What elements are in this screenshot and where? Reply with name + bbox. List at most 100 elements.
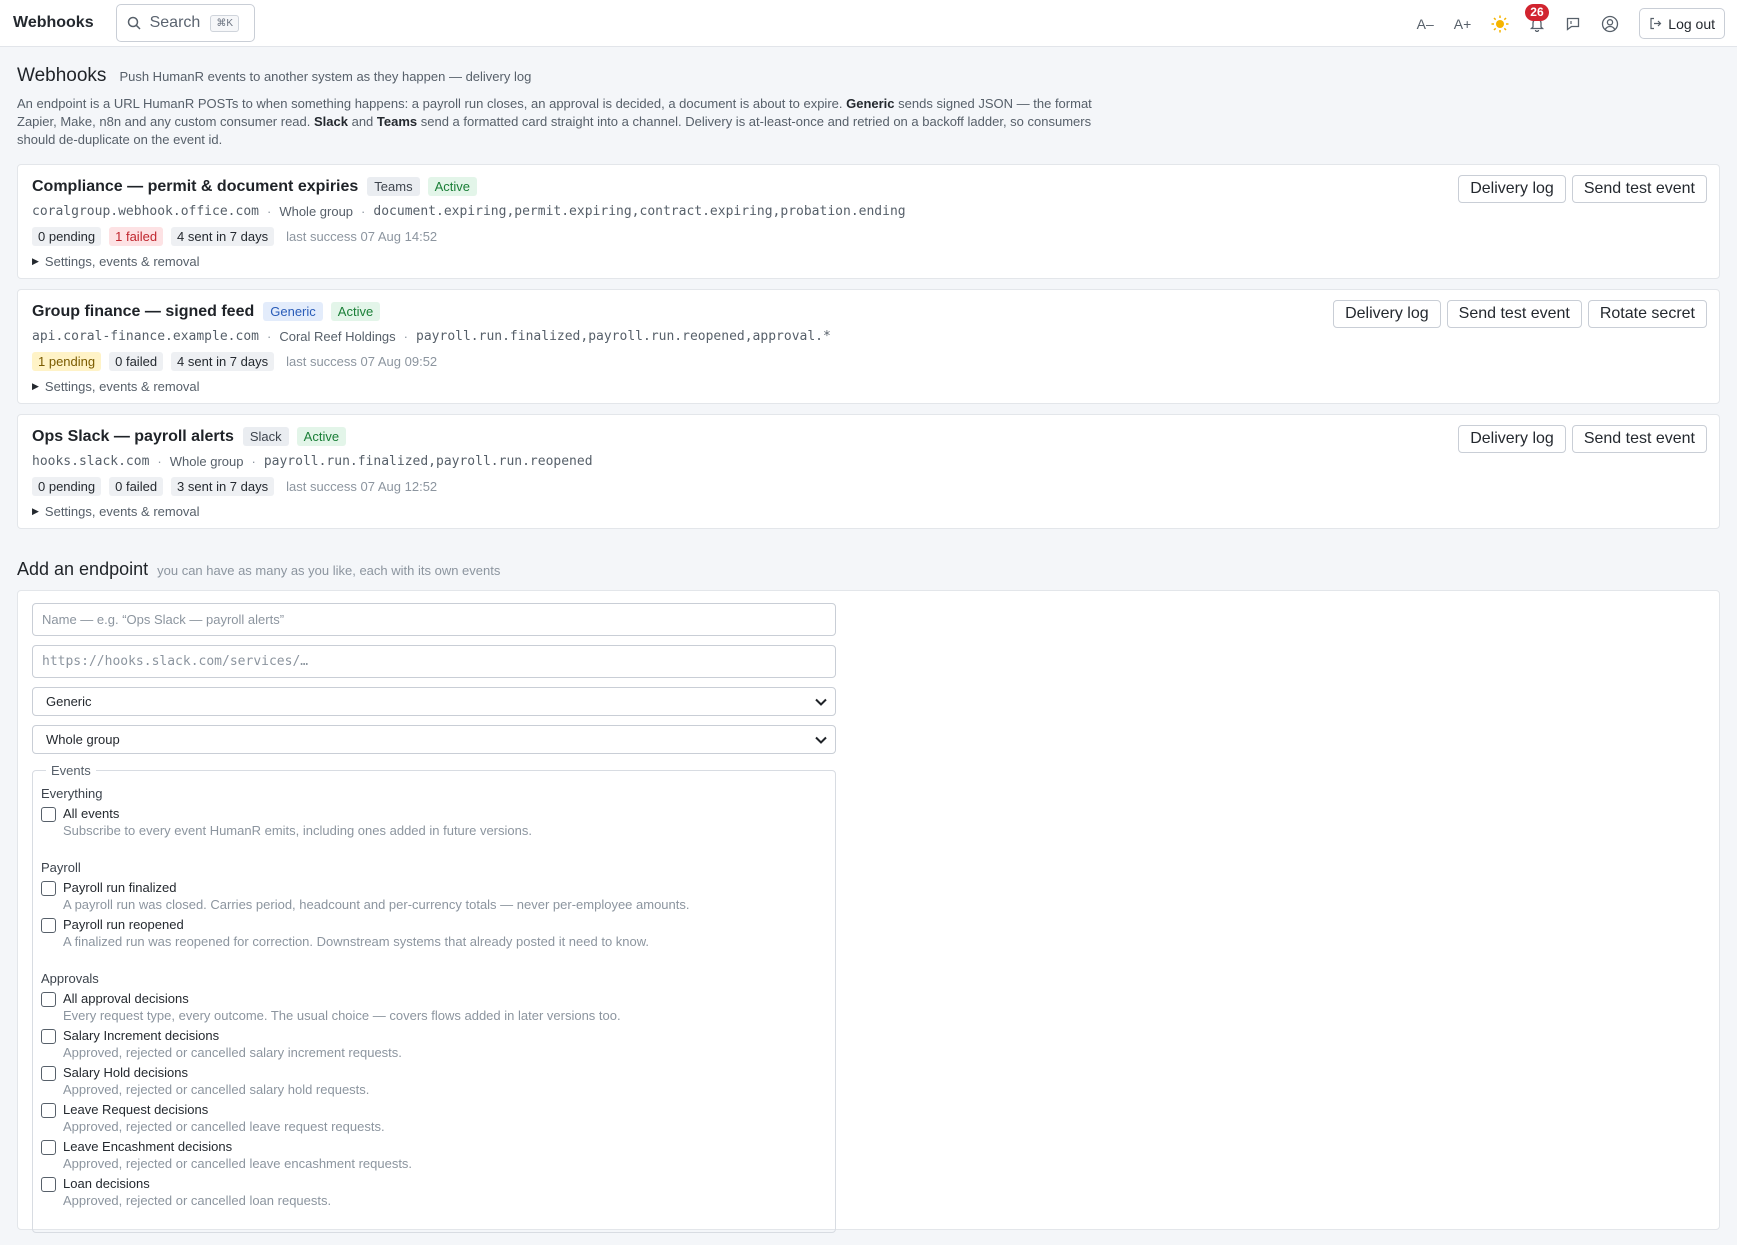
intro-text-3: and [347, 114, 377, 129]
option-payroll-finalized[interactable]: Payroll run finalized A payroll run was … [41, 880, 827, 912]
option-description: Approved, rejected or cancelled salary h… [63, 1082, 370, 1097]
endpoint-card-compliance: Compliance — permit & document expiries … [17, 164, 1720, 279]
app-brand[interactable]: Webhooks [13, 14, 94, 32]
chat-icon [1567, 17, 1580, 31]
page-subtitle: Push HumanR events to another system as … [119, 69, 532, 84]
events-legend: Events [51, 763, 91, 778]
account-button[interactable] [1601, 15, 1619, 33]
option-label: Leave Encashment decisions [63, 1139, 233, 1154]
disclosure-triangle-icon: ▶ [32, 506, 39, 516]
option-leave-request[interactable]: Leave Request decisions Approved, reject… [41, 1102, 827, 1134]
endpoint-url-input[interactable]: https://hooks.slack.com/services/… [32, 645, 836, 678]
option-description: Subscribe to every event HumanR emits, i… [63, 823, 532, 838]
option-salary-increment[interactable]: Salary Increment decisions Approved, rej… [41, 1028, 827, 1060]
user-icon [1602, 15, 1619, 32]
send-test-event-button[interactable]: Send test event [1571, 175, 1707, 203]
font-decrease-button[interactable]: A– [1417, 16, 1434, 32]
endpoint-scope: Whole group [279, 204, 354, 219]
checkbox[interactable] [41, 1103, 56, 1118]
group-approvals: Approvals [41, 971, 99, 986]
checkbox[interactable] [41, 1177, 56, 1192]
endpoint-events: payroll.run.finalized,payroll.run.reopen… [263, 454, 593, 469]
chevron-down-icon [815, 736, 827, 744]
endpoint-kind-select[interactable]: Generic [32, 687, 836, 716]
option-label: Salary Increment decisions [63, 1028, 220, 1043]
failed-count: 1 failed [109, 227, 164, 246]
endpoint-host: hooks.slack.com [32, 454, 150, 469]
endpoint-card-ops-slack: Ops Slack — payroll alerts Slack Active … [17, 414, 1720, 529]
delivery-log-button[interactable]: Delivery log [1458, 425, 1566, 453]
settings-disclosure[interactable]: ▶ Settings, events & removal [32, 254, 1705, 269]
group-everything: Everything [41, 786, 103, 801]
endpoint-host: api.coral-finance.example.com [32, 329, 259, 344]
search-button[interactable]: Search ⌘K [115, 4, 255, 42]
endpoint-scope-select[interactable]: Whole group [32, 725, 836, 754]
intro-teams: Teams [376, 114, 418, 129]
settings-disclosure[interactable]: ▶ Settings, events & removal [32, 379, 1705, 394]
add-endpoint-title: Add an endpoint [17, 559, 149, 579]
endpoint-name-input[interactable]: Name — e.g. “Ops Slack — payroll alerts” [32, 603, 836, 636]
disclosure-triangle-icon: ▶ [32, 256, 39, 266]
search-label: Search [149, 14, 201, 31]
last-success: last success 07 Aug 09:52 [286, 354, 438, 369]
send-test-event-button[interactable]: Send test event [1446, 300, 1582, 328]
option-all-approvals[interactable]: All approval decisions Every request typ… [41, 991, 827, 1023]
font-increase-button[interactable]: A+ [1454, 16, 1472, 32]
events-fieldset: Events Everything All events Subscribe t… [32, 763, 836, 1233]
option-label: Leave Request decisions [63, 1102, 209, 1117]
add-endpoint-header: Add an endpoint you can have as many as … [17, 559, 1720, 580]
checkbox[interactable] [41, 1066, 56, 1081]
sent-count: 3 sent in 7 days [171, 477, 275, 496]
checkbox[interactable] [41, 1140, 56, 1155]
option-loan[interactable]: Loan decisions Approved, rejected or can… [41, 1176, 827, 1208]
option-description: Approved, rejected or cancelled leave en… [63, 1156, 413, 1171]
send-test-event-button[interactable]: Send test event [1571, 425, 1707, 453]
checkbox[interactable] [41, 918, 56, 933]
delivery-log-button[interactable]: Delivery log [1333, 300, 1441, 328]
endpoint-kind-badge: Slack [242, 427, 289, 446]
intro-slack: Slack [314, 114, 348, 129]
endpoint-url-placeholder: https://hooks.slack.com/services/… [42, 654, 309, 669]
messages-button[interactable] [1565, 16, 1581, 32]
endpoint-events: document.expiring,permit.expiring,contra… [373, 204, 906, 219]
endpoint-name: Ops Slack — payroll alerts [32, 427, 234, 445]
option-label: All approval decisions [63, 991, 189, 1006]
pending-count: 0 pending [32, 477, 102, 496]
page-content: Webhooks Push HumanR events to another s… [0, 65, 1737, 1233]
option-description: A finalized run was reopened for correct… [63, 934, 650, 949]
checkbox[interactable] [41, 1029, 56, 1044]
endpoint-name: Group finance — signed feed [32, 302, 255, 320]
endpoint-kind-badge: Generic [263, 302, 323, 321]
option-salary-hold[interactable]: Salary Hold decisions Approved, rejected… [41, 1065, 827, 1097]
checkbox[interactable] [41, 807, 56, 822]
delivery-log-button[interactable]: Delivery log [1458, 175, 1566, 203]
option-all-events[interactable]: All events Subscribe to every event Huma… [41, 806, 827, 838]
option-payroll-reopened[interactable]: Payroll run reopened A finalized run was… [41, 917, 827, 949]
checkbox[interactable] [41, 881, 56, 896]
endpoint-host: coralgroup.webhook.office.com [32, 204, 259, 219]
rotate-secret-button[interactable]: Rotate secret [1587, 300, 1707, 328]
logout-button[interactable]: Log out [1639, 8, 1725, 39]
endpoint-scope-value: Whole group [46, 732, 120, 747]
pending-count: 1 pending [32, 352, 102, 371]
add-endpoint-subtitle: you can have as many as you like, each w… [157, 563, 501, 578]
page-intro: An endpoint is a URL HumanR POSTs to whe… [17, 95, 1127, 149]
sent-count: 4 sent in 7 days [171, 352, 275, 371]
group-payroll: Payroll [41, 860, 81, 875]
settings-disclosure[interactable]: ▶ Settings, events & removal [32, 504, 1705, 519]
page-header: Webhooks Push HumanR events to another s… [17, 65, 1720, 87]
option-label: Payroll run finalized [63, 880, 177, 895]
theme-toggle-button[interactable] [1491, 15, 1509, 33]
option-description: Approved, rejected or cancelled loan req… [63, 1193, 332, 1208]
endpoint-scope: Coral Reef Holdings [279, 329, 396, 344]
endpoint-scope: Whole group [169, 454, 244, 469]
sun-icon [1491, 15, 1509, 32]
option-leave-encashment[interactable]: Leave Encashment decisions Approved, rej… [41, 1139, 827, 1171]
checkbox[interactable] [41, 992, 56, 1007]
intro-text-1: An endpoint is a URL HumanR POSTs to whe… [17, 96, 847, 111]
endpoint-kind-badge: Teams [367, 177, 420, 196]
option-label: Payroll run reopened [63, 917, 184, 932]
notifications-button[interactable]: 26 [1525, 3, 1549, 32]
option-label: Loan decisions [63, 1176, 150, 1191]
option-label: All events [63, 806, 120, 821]
